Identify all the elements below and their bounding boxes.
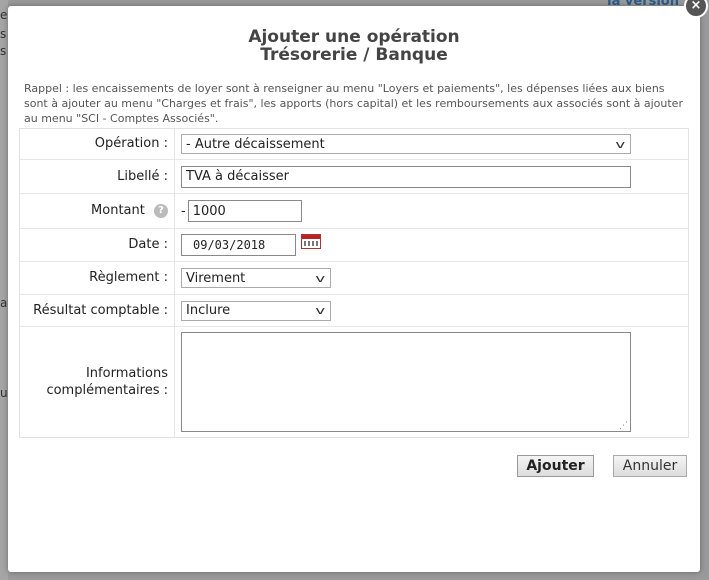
reglement-label: Règlement : <box>20 262 175 294</box>
edge-letter: e <box>0 8 8 22</box>
calendar-icon[interactable] <box>301 233 321 249</box>
cancel-button[interactable]: Annuler <box>613 455 687 477</box>
row-operation: Opération : - Autre décaissement v <box>20 129 688 160</box>
row-date: Date : 09/03/2018 <box>20 229 688 262</box>
montant-sign[interactable]: - <box>181 204 186 219</box>
libelle-input[interactable]: TVA à décaisser <box>181 165 631 188</box>
montant-input[interactable]: 1000 <box>187 200 302 222</box>
montant-label: Montant <box>91 203 145 218</box>
edge-letter: a <box>0 296 8 310</box>
resultat-value: Inclure <box>186 303 231 318</box>
submit-button[interactable]: Ajouter <box>517 455 594 477</box>
infos-label: Informations complémentaires : <box>20 327 175 437</box>
date-label: Date : <box>20 229 175 261</box>
operation-label: Opération : <box>20 129 175 159</box>
add-operation-dialog: × Ajouter une opération Trésorerie / Ban… <box>8 0 708 572</box>
row-libelle: Libellé : TVA à décaisser <box>20 160 688 194</box>
infos-label-line-2: complémentaires : <box>46 383 168 398</box>
dialog-title: Ajouter une opération Trésorerie / Banqu… <box>8 28 700 64</box>
row-infos: Informations complémentaires : ⋰ <box>20 327 688 437</box>
resultat-label: Résultat comptable : <box>20 295 175 326</box>
reglement-select[interactable]: Virement v <box>181 268 331 288</box>
montant-label-cell: Montant ? <box>20 194 175 228</box>
operation-value: - Autre décaissement <box>186 136 325 152</box>
libelle-label: Libellé : <box>20 160 175 193</box>
resize-grip-icon[interactable]: ⋰ <box>619 421 628 431</box>
row-resultat: Résultat comptable : Inclure v <box>20 295 688 327</box>
reminder-note: Rappel : les encaissements de loyer sont… <box>24 82 683 125</box>
chevron-down-icon: v <box>315 304 326 317</box>
edge-letter: s <box>0 27 7 41</box>
date-input[interactable]: 09/03/2018 <box>181 234 296 256</box>
help-icon[interactable]: ? <box>154 203 168 218</box>
chevron-down-icon: v <box>315 271 326 285</box>
operation-form: Opération : - Autre décaissement v Libel… <box>19 128 689 438</box>
resultat-select[interactable]: Inclure v <box>181 300 331 321</box>
row-montant: Montant ? - 1000 <box>20 194 688 229</box>
background-edge: e s s a u <box>0 0 8 580</box>
operation-select[interactable]: - Autre décaissement v <box>181 134 631 154</box>
title-line-1: Ajouter une opération <box>248 27 460 47</box>
title-line-2: Trésorerie / Banque <box>260 45 448 65</box>
chevron-down-icon: v <box>615 137 626 151</box>
edge-letter: u <box>0 386 8 400</box>
infos-textarea[interactable]: ⋰ <box>181 332 631 432</box>
row-reglement: Règlement : Virement v <box>20 262 688 295</box>
reglement-value: Virement <box>186 270 246 286</box>
edge-letter: s <box>0 44 7 58</box>
infos-label-line-1: Informations <box>85 366 168 381</box>
